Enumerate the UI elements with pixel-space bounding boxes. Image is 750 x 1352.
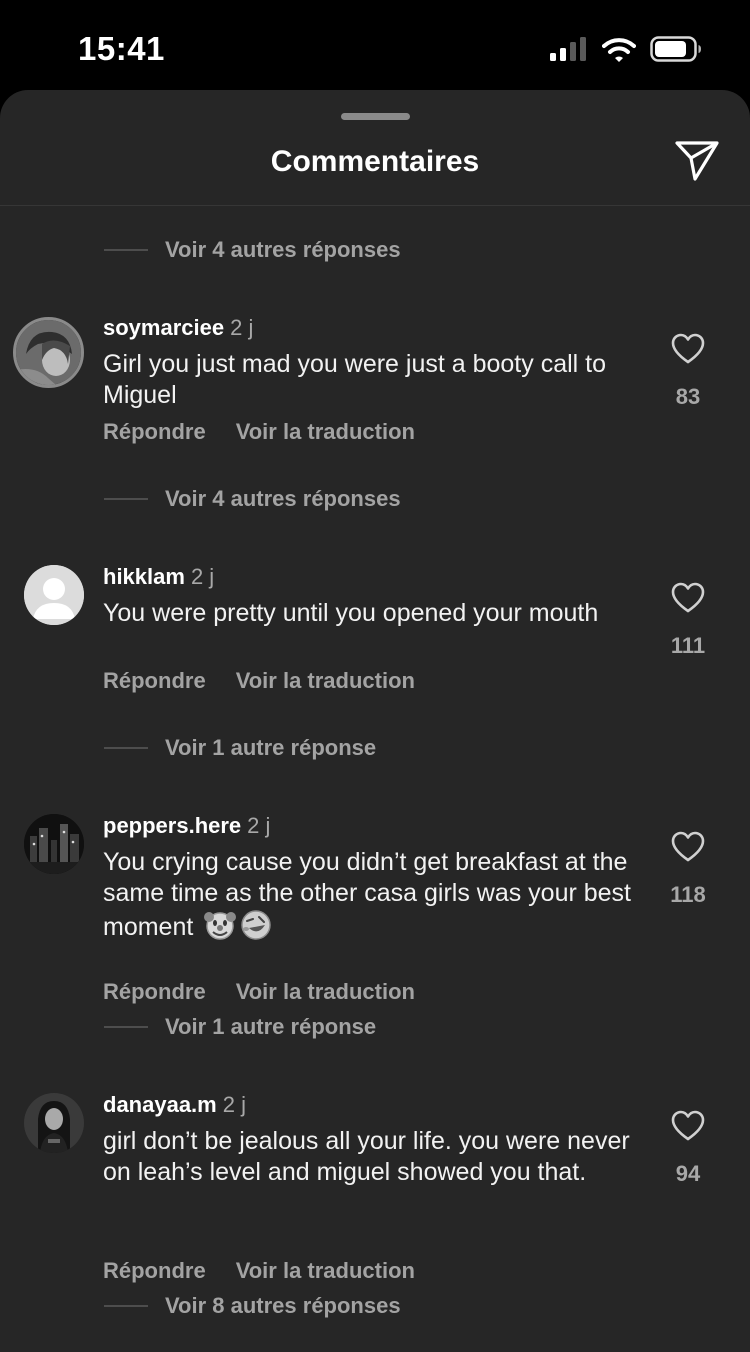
- reply-button[interactable]: Répondre: [103, 419, 206, 444]
- header-divider: [0, 205, 750, 206]
- comment-actions: Répondre Voir la traduction: [103, 1258, 415, 1284]
- comment-actions: Répondre Voir la traduction: [103, 419, 415, 445]
- comment-username[interactable]: danayaa.m: [103, 1092, 217, 1117]
- like-count: 111: [670, 633, 706, 658]
- heart-outline-icon[interactable]: [671, 582, 705, 614]
- avatar[interactable]: [13, 317, 84, 388]
- view-replies-button[interactable]: Voir 4 autres réponses: [104, 484, 401, 514]
- rolling-laughing-emoji: [241, 910, 272, 940]
- avatar[interactable]: [24, 1093, 84, 1153]
- translate-button[interactable]: Voir la traduction: [236, 979, 415, 1004]
- clown-face-emoji: [204, 912, 237, 940]
- translate-button[interactable]: Voir la traduction: [236, 1258, 415, 1283]
- translate-button[interactable]: Voir la traduction: [236, 668, 415, 693]
- status-bar: 15:41: [0, 0, 750, 92]
- replies-divider-line: [104, 498, 148, 500]
- comment-username[interactable]: peppers.here: [103, 813, 241, 838]
- like-control: 83: [660, 333, 716, 410]
- comment-text: girl don’t be jealous all your life. you…: [103, 1127, 630, 1186]
- sheet-title: Commentaires: [270, 145, 480, 178]
- comment-text: You were pretty until you opened your mo…: [103, 599, 599, 627]
- heart-outline-icon[interactable]: [671, 1110, 705, 1142]
- sheet-grabber[interactable]: [341, 113, 410, 120]
- view-replies-label: Voir 4 autres réponses: [165, 486, 401, 511]
- translate-button[interactable]: Voir la traduction: [236, 419, 415, 444]
- replies-divider-line: [104, 1026, 148, 1028]
- status-icons: [550, 36, 702, 62]
- comment-time: 2 j: [222, 1092, 246, 1117]
- heart-outline-icon[interactable]: [671, 831, 705, 863]
- like-control: 118: [660, 831, 716, 908]
- avatar[interactable]: [24, 814, 84, 874]
- comment-header: peppers.here 2 j: [103, 813, 270, 839]
- status-time: 15:41: [78, 30, 165, 67]
- replies-divider-line: [104, 1305, 148, 1307]
- view-replies-label: Voir 1 autre réponse: [165, 1014, 377, 1039]
- comment-username[interactable]: hikklam: [103, 564, 185, 589]
- avatar[interactable]: [24, 565, 84, 625]
- heart-outline-icon[interactable]: [671, 333, 705, 365]
- share-button[interactable]: [674, 140, 720, 182]
- battery-icon: [650, 36, 701, 62]
- paper-plane-icon: [675, 141, 719, 181]
- comment-actions: Répondre Voir la traduction: [103, 668, 415, 694]
- view-replies-label: Voir 1 autre réponse: [165, 735, 377, 760]
- comment-header: danayaa.m 2 j: [103, 1092, 246, 1118]
- comment-time: 2 j: [247, 813, 271, 838]
- view-replies-label: Voir 4 autres réponses: [165, 237, 401, 262]
- view-replies-button[interactable]: Voir 8 autres réponses: [104, 1291, 401, 1321]
- view-replies-button[interactable]: Voir 1 autre réponse: [104, 733, 376, 763]
- signal-icon: [550, 37, 586, 61]
- reply-button[interactable]: Répondre: [103, 1258, 206, 1283]
- comment-text: You crying cause you didn’t get breakfas…: [103, 847, 648, 943]
- comment-username[interactable]: soymarciee: [103, 315, 224, 340]
- reply-button[interactable]: Répondre: [103, 668, 206, 693]
- comment-header: hikklam 2 j: [103, 564, 214, 590]
- comment-actions: Répondre Voir la traduction: [103, 979, 415, 1005]
- like-control: 94: [660, 1110, 716, 1187]
- view-replies-button[interactable]: Voir 1 autre réponse: [104, 1012, 376, 1042]
- like-control: 111: [660, 582, 716, 659]
- comment-time: 2 j: [190, 564, 215, 589]
- like-count: 94: [675, 1161, 701, 1186]
- comment-text: Girl you just mad you were just a booty …: [103, 350, 607, 409]
- view-replies-button[interactable]: Voir 4 autres réponses: [104, 235, 401, 265]
- wifi-icon: [602, 37, 636, 62]
- replies-divider-line: [104, 747, 148, 749]
- comment-text-content: You crying cause you didn’t get breakfas…: [103, 848, 632, 941]
- like-count: 118: [670, 882, 706, 907]
- view-replies-label: Voir 8 autres réponses: [165, 1293, 401, 1318]
- comment-time: 2 j: [230, 315, 254, 340]
- replies-divider-line: [104, 249, 148, 251]
- comments-sheet: Commentaires Voir 4 autres réponses soym…: [0, 90, 750, 1352]
- reply-button[interactable]: Répondre: [103, 979, 206, 1004]
- like-count: 83: [675, 384, 701, 409]
- comment-header: soymarciee 2 j: [103, 315, 253, 341]
